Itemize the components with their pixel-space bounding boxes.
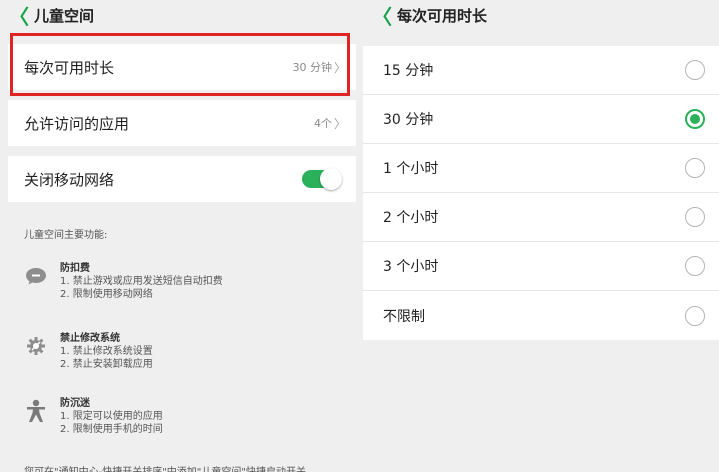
duration-option-label: 3 个小时 xyxy=(383,259,439,275)
duration-setting-value: 30 分钟 xyxy=(292,61,332,74)
kids-space-header: 〈 儿童空间 xyxy=(0,0,356,30)
feature-line: 2. 限制使用移动网络 xyxy=(60,289,153,300)
chevron-right-icon: 〉 xyxy=(333,116,346,131)
feature-name: 防沉迷 xyxy=(60,398,90,409)
feature-item: 防扣费 1. 禁止游戏或应用发送短信自动扣费 2. 限制使用移动网络 xyxy=(24,262,223,301)
duration-option-label: 15 分钟 xyxy=(383,63,434,79)
features-heading: 儿童空间主要功能: xyxy=(24,230,108,241)
mobile-network-row: 关闭移动网络 xyxy=(8,156,356,202)
radio-button[interactable] xyxy=(685,158,705,178)
chevron-right-icon: 〉 xyxy=(333,60,346,75)
mobile-network-label: 关闭移动网络 xyxy=(24,170,115,189)
feature-name: 防扣费 xyxy=(60,263,90,274)
duration-option-label: 2 个小时 xyxy=(383,210,439,226)
duration-setting-row[interactable]: 每次可用时长 30 分钟 〉 xyxy=(8,44,356,90)
radio-button[interactable] xyxy=(685,60,705,80)
page-title: 儿童空间 xyxy=(34,6,95,25)
duration-option[interactable]: 30 分钟 xyxy=(363,95,719,144)
footer-note: 您可在"通知中心-快捷开关排序"中添加"儿童空间"快捷启动开关 xyxy=(24,463,306,472)
feature-item: 禁止修改系统 1. 禁止修改系统设置 2. 禁止安装卸载应用 xyxy=(24,332,153,371)
person-icon xyxy=(24,399,48,423)
radio-button[interactable] xyxy=(685,256,705,276)
duration-option[interactable]: 1 个小时 xyxy=(363,144,719,193)
duration-option[interactable]: 15 分钟 xyxy=(363,46,719,95)
duration-options-list: 15 分钟 30 分钟 1 个小时 2 个小时 3 个小时 不限制 xyxy=(363,46,719,340)
chat-bubble-icon xyxy=(24,264,48,288)
duration-option[interactable]: 3 个小时 xyxy=(363,242,719,291)
duration-option[interactable]: 不限制 xyxy=(363,291,719,340)
allowed-apps-label: 允许访问的应用 xyxy=(24,114,130,133)
feature-name: 禁止修改系统 xyxy=(60,333,120,344)
screenshot-root: 〈 儿童空间 每次可用时长 30 分钟 〉 允许访问的应用 4个 〉 关闭移动网… xyxy=(0,0,719,472)
duration-header: 〈 每次可用时长 xyxy=(363,0,719,30)
back-arrow-icon[interactable]: 〈 xyxy=(367,1,397,30)
feature-line: 2. 禁止安装卸载应用 xyxy=(60,359,153,370)
feature-line: 1. 禁止修改系统设置 xyxy=(60,346,153,357)
allowed-apps-count: 4个 xyxy=(313,117,332,130)
feature-line: 1. 限定可以使用的应用 xyxy=(60,411,163,422)
feature-line: 2. 限制使用手机的时间 xyxy=(60,424,163,435)
back-arrow-icon[interactable]: 〈 xyxy=(4,1,34,30)
mobile-network-toggle[interactable] xyxy=(302,168,342,190)
duration-option[interactable]: 2 个小时 xyxy=(363,193,719,242)
duration-option-label: 不限制 xyxy=(383,308,425,325)
kids-space-panel: 〈 儿童空间 每次可用时长 30 分钟 〉 允许访问的应用 4个 〉 关闭移动网… xyxy=(0,0,356,472)
radio-button[interactable] xyxy=(685,305,705,326)
allowed-apps-row[interactable]: 允许访问的应用 4个 〉 xyxy=(8,100,356,146)
duration-option-label: 1 个小时 xyxy=(383,161,439,177)
toggle-knob xyxy=(320,168,342,190)
feature-line: 1. 禁止游戏或应用发送短信自动扣费 xyxy=(60,276,223,287)
radio-button-selected[interactable] xyxy=(685,109,705,129)
duration-option-label: 30 分钟 xyxy=(383,112,434,128)
duration-setting-label: 每次可用时长 xyxy=(24,58,115,77)
gear-icon xyxy=(24,334,48,358)
duration-panel: 〈 每次可用时长 15 分钟 30 分钟 1 个小时 2 个小时 3 个小时 不… xyxy=(363,0,719,472)
page-title: 每次可用时长 xyxy=(397,6,488,25)
radio-button[interactable] xyxy=(685,207,705,227)
feature-item: 防沉迷 1. 限定可以使用的应用 2. 限制使用手机的时间 xyxy=(24,397,163,436)
